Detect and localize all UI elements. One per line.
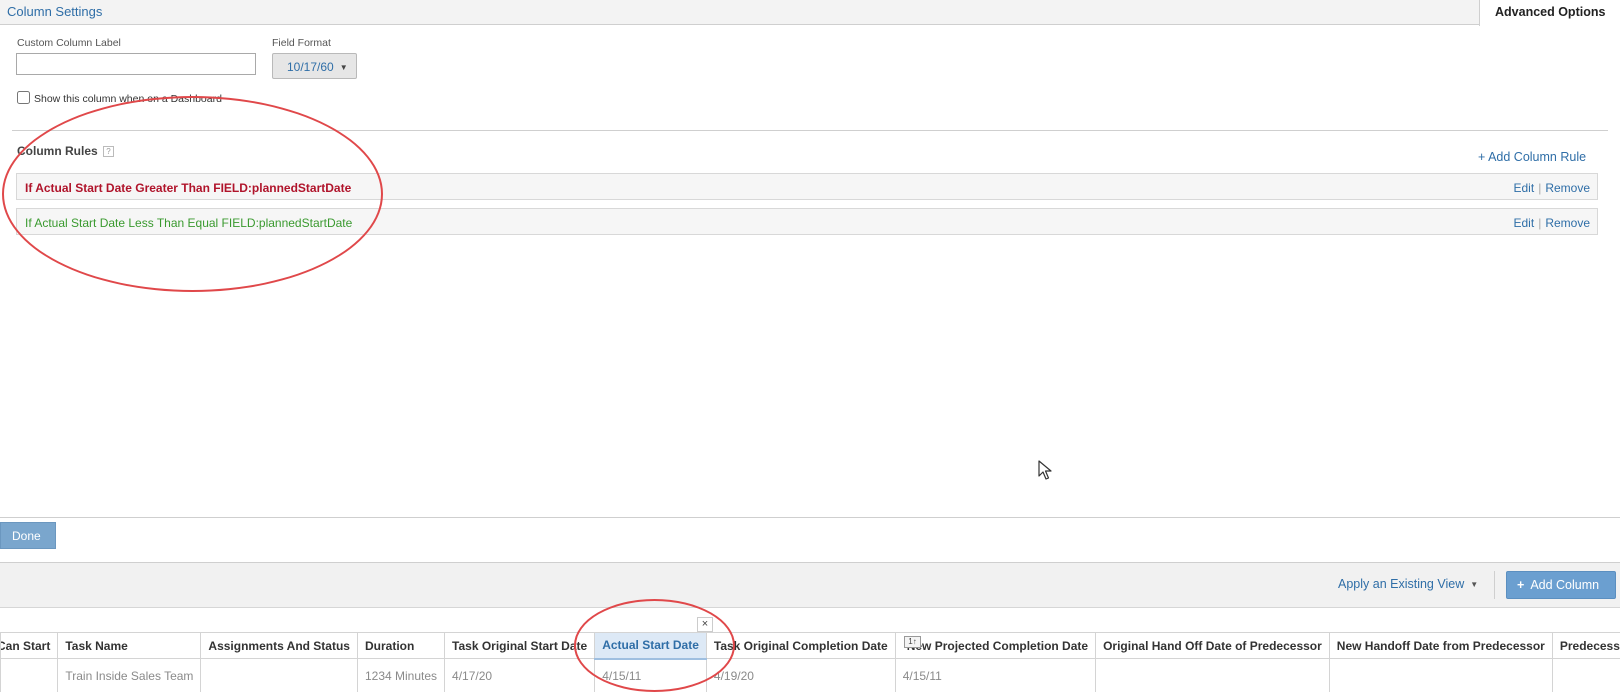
show-on-dashboard-label: Show this column when on a Dashboard: [34, 93, 222, 105]
divider: [12, 130, 1608, 131]
field-format-title: Field Format: [272, 37, 331, 49]
mouse-cursor-icon: [1038, 460, 1052, 480]
column-header-task-original-start[interactable]: Task Original Start Date: [444, 632, 596, 659]
custom-column-label-input[interactable]: [16, 53, 256, 75]
table-row[interactable]: Train Inside Sales Team 1234 Minutes 4/1…: [0, 658, 1620, 692]
table-cell[interactable]: [1095, 658, 1330, 692]
table-cell[interactable]: [0, 658, 59, 692]
column-rules-title: Column Rules: [17, 144, 98, 158]
separator: |: [1538, 181, 1542, 195]
toolbar-separator: [1494, 571, 1495, 599]
add-column-rule-link[interactable]: + Add Column Rule: [1478, 150, 1586, 164]
column-header-duration[interactable]: Duration: [356, 632, 446, 659]
table-cell[interactable]: 1234 Minutes: [356, 658, 446, 692]
table-cell[interactable]: [1328, 658, 1553, 692]
plus-icon: +: [1517, 578, 1525, 592]
section-divider: [0, 517, 1620, 518]
remove-rule-link[interactable]: Remove: [1545, 181, 1590, 195]
table-cell[interactable]: 4/17/20: [444, 658, 596, 692]
apply-existing-view-dropdown[interactable]: Apply an Existing View ▼: [1338, 577, 1478, 591]
apply-view-label: Apply an Existing View: [1338, 577, 1465, 591]
task-grid: Can Start Task Name Assignments And Stat…: [0, 632, 1620, 692]
column-header-assignments[interactable]: Assignments And Status: [200, 632, 358, 659]
table-cell[interactable]: Train Inside Sales Team: [57, 658, 202, 692]
column-rule-row: If Actual Start Date Greater Than FIELD:…: [16, 173, 1598, 200]
column-rule-row: If Actual Start Date Less Than Equal FIE…: [16, 208, 1598, 235]
grid-container: Can Start Task Name Assignments And Stat…: [0, 632, 1620, 692]
custom-column-label-title: Custom Column Label: [17, 37, 121, 49]
column-header-original-hand-off[interactable]: Original Hand Off Date of Predecessor: [1095, 632, 1330, 659]
column-rule-text: If Actual Start Date Less Than Equal FIE…: [25, 216, 353, 230]
column-rule-text: If Actual Start Date Greater Than FIELD:…: [25, 181, 352, 195]
remove-rule-link[interactable]: Remove: [1545, 216, 1590, 230]
done-button[interactable]: Done: [0, 522, 56, 549]
tab-advanced-options[interactable]: Advanced Options: [1479, 0, 1620, 26]
tab-bar: [0, 0, 1620, 25]
sort-order-icon[interactable]: 1↑: [904, 636, 921, 648]
table-cell[interactable]: [200, 658, 358, 692]
column-header-actual-start[interactable]: Actual Start Date: [594, 632, 707, 660]
help-icon[interactable]: ?: [103, 146, 114, 157]
add-column-button[interactable]: + Add Column: [1506, 571, 1616, 599]
close-column-icon[interactable]: ×: [697, 617, 713, 632]
caret-down-icon: ▼: [1470, 580, 1479, 590]
column-header-task-original-completion[interactable]: Task Original Completion Date: [705, 632, 896, 659]
caret-down-icon: ▼: [339, 63, 348, 73]
separator: |: [1538, 216, 1542, 230]
grid-header-row: Can Start Task Name Assignments And Stat…: [0, 632, 1620, 660]
table-cell[interactable]: [1551, 658, 1620, 692]
table-cell[interactable]: 4/15/11: [894, 658, 1097, 692]
table-cell[interactable]: 4/19/20: [705, 658, 896, 692]
add-column-label: Add Column: [1530, 578, 1600, 592]
column-header-predecessors[interactable]: Predecessors: [1551, 632, 1620, 659]
column-header-new-projected-completion[interactable]: New Projected Completion Date: [894, 632, 1097, 659]
field-format-value: 10/17/60: [287, 60, 334, 74]
column-header-can-start[interactable]: Can Start: [0, 632, 59, 659]
column-header-task-name[interactable]: Task Name: [57, 632, 202, 659]
table-cell[interactable]: 4/15/11: [594, 658, 707, 692]
show-on-dashboard-checkbox[interactable]: [17, 91, 30, 104]
field-format-dropdown[interactable]: 10/17/60 ▼: [272, 53, 357, 79]
edit-rule-link[interactable]: Edit: [1514, 216, 1535, 230]
column-header-new-handoff[interactable]: New Handoff Date from Predecessor: [1328, 632, 1553, 659]
tab-column-settings[interactable]: Column Settings: [7, 4, 102, 19]
edit-rule-link[interactable]: Edit: [1514, 181, 1535, 195]
